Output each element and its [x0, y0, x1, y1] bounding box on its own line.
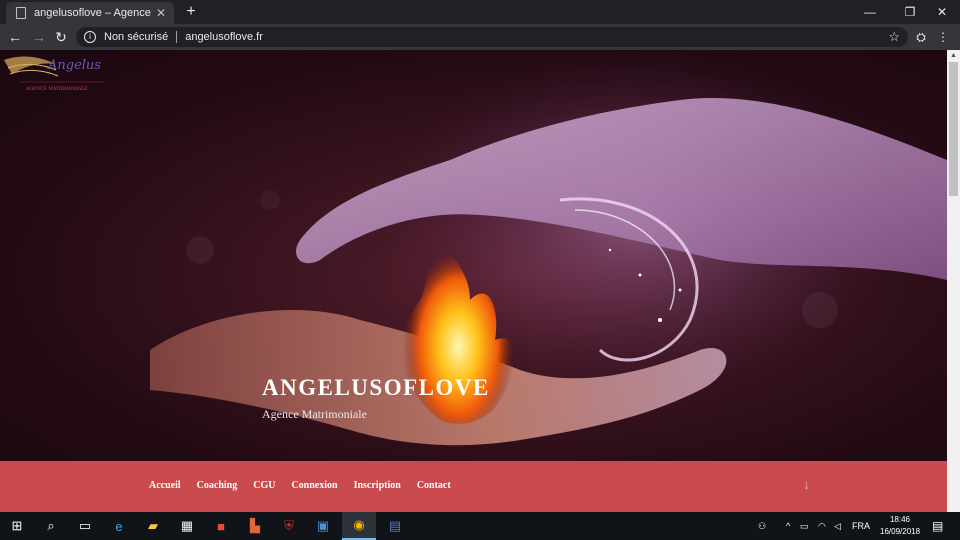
nav-link-inscription[interactable]: Inscription: [354, 480, 401, 491]
task-view-icon[interactable]: ▭: [68, 512, 102, 540]
logo-text: Angelus: [47, 58, 101, 73]
nav-link-connexion[interactable]: Connexion: [291, 480, 337, 491]
antivirus-icon[interactable]: ⛨: [272, 512, 306, 540]
main-navigation: Accueil Coaching CGU Connexion Inscripti…: [0, 461, 947, 512]
url-text: angelusoflove.fr: [185, 31, 263, 43]
back-icon[interactable]: ←: [6, 28, 24, 46]
show-hidden-icons-icon[interactable]: ^: [786, 512, 790, 540]
site-branding: ANGELUSOFLOVE Agence Matrimoniale: [262, 375, 490, 422]
scrollbar-thumb[interactable]: [949, 62, 958, 196]
volume-icon[interactable]: ◁: [834, 512, 841, 540]
clock-time: 18:46: [889, 515, 911, 524]
site-title[interactable]: ANGELUSOFLOVE: [262, 375, 490, 401]
file-explorer-icon[interactable]: ▰: [136, 512, 170, 540]
tab-title: angelusoflove – Agence Matrimoniale: [34, 7, 154, 19]
nav-link-cgu[interactable]: CGU: [253, 480, 275, 491]
menu-dots-icon[interactable]: ⋮: [934, 28, 952, 46]
page-icon: [16, 7, 26, 19]
people-icon[interactable]: ⚇: [758, 512, 766, 540]
close-tab-icon[interactable]: ✕: [154, 6, 168, 20]
search-icon[interactable]: ⌕: [34, 512, 68, 540]
forward-icon[interactable]: →: [30, 28, 48, 46]
edge-browser-icon[interactable]: e: [102, 512, 136, 540]
scroll-up-arrow-icon[interactable]: ▲: [947, 50, 960, 62]
battery-icon[interactable]: ▭: [800, 512, 809, 540]
document-app-icon[interactable]: ▙: [238, 512, 272, 540]
wifi-icon[interactable]: ◠: [818, 512, 826, 540]
page-viewport: Angelus AGENCE MATRIMONIALE ANGELUSOFLOV…: [0, 50, 960, 512]
new-tab-button[interactable]: +: [182, 3, 200, 21]
restore-icon[interactable]: ❐: [892, 0, 928, 24]
word-app-icon[interactable]: ▤: [378, 512, 412, 540]
app-icon[interactable]: ▣: [306, 512, 340, 540]
scroll-down-arrow-icon[interactable]: ↓: [803, 476, 810, 492]
browser-toolbar: ← → ↻ i Non sécurisé angelusoflove.fr ☆ …: [0, 24, 960, 50]
notifications-icon[interactable]: ▤: [932, 512, 943, 540]
windows-taskbar: ⊞ ⌕ ▭ e ▰ ▦ ■ ▙ ⛨ ▣ ◉ ▤ ⚇ ^ ▭ ◠ ◁ FRA 18…: [0, 512, 960, 540]
nav-link-accueil[interactable]: Accueil: [149, 480, 181, 491]
separator: [176, 31, 178, 43]
page-scrollbar[interactable]: ▲: [947, 50, 960, 512]
language-indicator[interactable]: FRA: [852, 512, 870, 540]
browser-tab[interactable]: angelusoflove – Agence Matrimoniale ✕: [6, 2, 174, 24]
site-tagline: Agence Matrimoniale: [262, 407, 367, 421]
system-clock[interactable]: 18:46 16/09/2018: [880, 514, 920, 538]
nav-link-contact[interactable]: Contact: [417, 480, 451, 491]
clock-date: 16/09/2018: [880, 527, 921, 536]
extension-icon[interactable]: ⛭: [912, 28, 930, 46]
address-bar[interactable]: i Non sécurisé angelusoflove.fr ☆: [76, 27, 908, 47]
security-label: Non sécurisé: [104, 31, 169, 43]
close-window-icon[interactable]: ✕: [924, 0, 960, 24]
store-icon[interactable]: ▦: [170, 512, 204, 540]
info-icon[interactable]: i: [84, 31, 96, 43]
mail-app-icon[interactable]: ■: [204, 512, 238, 540]
windows-start-icon[interactable]: ⊞: [0, 512, 34, 540]
site-logo[interactable]: Angelus AGENCE MATRIMONIALE: [0, 50, 118, 94]
nav-menu: Accueil Coaching CGU Connexion Inscripti…: [149, 480, 451, 491]
logo-subtext: AGENCE MATRIMONIALE: [25, 86, 88, 92]
bookmark-star-icon[interactable]: ☆: [888, 29, 900, 45]
nav-link-coaching[interactable]: Coaching: [197, 480, 238, 491]
tab-strip: angelusoflove – Agence Matrimoniale ✕ + …: [0, 0, 960, 24]
chrome-browser-icon[interactable]: ◉: [342, 512, 376, 540]
hero-banner: Angelus AGENCE MATRIMONIALE ANGELUSOFLOV…: [0, 50, 947, 461]
minimize-icon[interactable]: —: [852, 0, 888, 24]
reload-icon[interactable]: ↻: [52, 28, 70, 46]
